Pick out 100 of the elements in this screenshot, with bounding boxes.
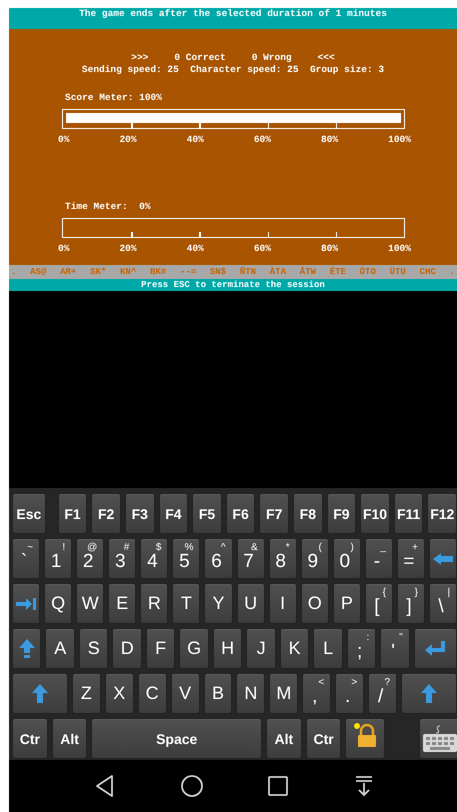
key[interactable]: Q <box>44 583 72 624</box>
shift-key[interactable] <box>401 673 457 714</box>
key[interactable]: F2 <box>91 493 121 534</box>
key[interactable]: 4 $ <box>140 538 168 579</box>
tick-label: 20% <box>119 243 137 254</box>
key[interactable]: T <box>172 583 200 624</box>
key[interactable]: Ctr <box>306 718 342 759</box>
tick-label: 20% <box>119 134 137 145</box>
key[interactable]: 8 * <box>268 538 297 579</box>
square-icon <box>266 774 290 798</box>
key[interactable]: [ { <box>364 583 393 624</box>
prosign-text: BK# <box>150 267 166 277</box>
key[interactable]: Ctr <box>12 718 48 759</box>
tick-label: 40% <box>186 243 204 254</box>
key[interactable]: X <box>104 673 134 714</box>
key[interactable]: F3 <box>124 493 155 534</box>
key[interactable]: 5 % <box>172 538 200 579</box>
key[interactable]: Alt <box>52 718 88 759</box>
tick-label: 80% <box>320 243 338 254</box>
key[interactable]: F9 <box>326 493 356 534</box>
key[interactable]: Alt <box>266 718 302 759</box>
tick-label: 60% <box>254 134 271 145</box>
prosign-text: SN$ <box>210 267 226 277</box>
key[interactable]: F5 <box>192 493 222 534</box>
key[interactable]: L <box>313 628 343 669</box>
prosign-text: ÑTN <box>240 267 256 277</box>
key[interactable]: R <box>140 583 168 624</box>
key[interactable]: G <box>179 628 209 669</box>
key[interactable]: F8 <box>293 493 323 534</box>
key[interactable]: K <box>280 628 310 669</box>
prosign-text: . <box>450 267 455 277</box>
key[interactable]: Y <box>204 583 233 624</box>
key[interactable]: I <box>268 583 297 624</box>
backspace-key[interactable] <box>429 538 457 579</box>
tick-label: 60% <box>254 243 271 254</box>
meter-label: Score Meter: 100% <box>65 92 162 103</box>
key[interactable]: 2 @ <box>76 538 104 579</box>
key[interactable]: S <box>78 628 108 669</box>
shift-key[interactable] <box>12 673 68 714</box>
key[interactable]: E <box>108 583 136 624</box>
key[interactable]: Esc <box>12 493 46 534</box>
home-button[interactable] <box>180 774 204 798</box>
key[interactable]: 9 ( <box>300 538 329 579</box>
wrong-count: 0 Wrong <box>252 52 292 64</box>
key[interactable]: ` ~ <box>12 538 40 579</box>
key[interactable]: ' " <box>380 628 410 669</box>
prosign-text: ÉTE <box>330 267 346 277</box>
key[interactable]: F <box>146 628 176 669</box>
key[interactable]: F10 <box>360 493 390 534</box>
marker-text: <<< <box>318 52 335 64</box>
key[interactable]: W <box>76 583 104 624</box>
tick-label: 80% <box>320 134 338 145</box>
prosign-text: AS@ <box>30 267 46 277</box>
key[interactable]: . > <box>335 673 364 714</box>
key[interactable]: / ? <box>368 673 398 714</box>
key[interactable]: ; : <box>346 628 376 669</box>
prosign-text: ÅTW <box>300 267 316 277</box>
key[interactable]: , < <box>302 673 332 714</box>
key[interactable]: N <box>236 673 266 714</box>
tick-label: 100% <box>388 134 411 145</box>
caps-lock-key[interactable] <box>12 628 42 669</box>
key[interactable]: Z <box>72 673 101 714</box>
key[interactable]: 6 ^ <box>204 538 233 579</box>
key[interactable]: F4 <box>158 493 188 534</box>
lock-key[interactable] <box>345 718 385 759</box>
keyboard-icon <box>422 724 457 752</box>
tab-key[interactable] <box>12 583 40 624</box>
key[interactable]: \ | <box>429 583 457 624</box>
key[interactable]: ] } <box>396 583 426 624</box>
key[interactable]: F6 <box>226 493 256 534</box>
key[interactable]: C <box>138 673 167 714</box>
key[interactable]: O <box>300 583 329 624</box>
space-key[interactable]: Space <box>91 718 262 759</box>
tick-label: 40% <box>186 134 204 145</box>
key[interactable]: J <box>246 628 276 669</box>
key[interactable]: F1 <box>58 493 88 534</box>
settings-text: Sending speed: 25 Character speed: 25 Group size: 3 <box>82 64 384 75</box>
padlock-icon <box>352 723 378 748</box>
key[interactable]: 0 ) <box>332 538 361 579</box>
enter-key[interactable] <box>414 628 457 669</box>
key[interactable]: F12 <box>427 493 457 534</box>
key[interactable]: H <box>212 628 242 669</box>
key[interactable]: P <box>332 583 361 624</box>
enter-icon <box>423 639 448 658</box>
key[interactable]: A <box>45 628 75 669</box>
key[interactable]: M <box>269 673 298 714</box>
key[interactable]: - _ <box>364 538 393 579</box>
key[interactable]: F11 <box>394 493 424 534</box>
prosign-text: AR+ <box>60 267 76 277</box>
key[interactable]: F7 <box>259 493 290 534</box>
recents-button[interactable] <box>266 774 290 798</box>
keyboard-toggle-key[interactable] <box>418 718 457 759</box>
key[interactable]: U <box>236 583 265 624</box>
key[interactable]: 7 & <box>236 538 265 579</box>
key[interactable]: V <box>170 673 200 714</box>
key[interactable]: D <box>112 628 142 669</box>
key[interactable]: = + <box>396 538 426 579</box>
key[interactable]: 3 # <box>108 538 136 579</box>
key[interactable]: B <box>204 673 232 714</box>
key[interactable]: 1 ! <box>44 538 72 579</box>
